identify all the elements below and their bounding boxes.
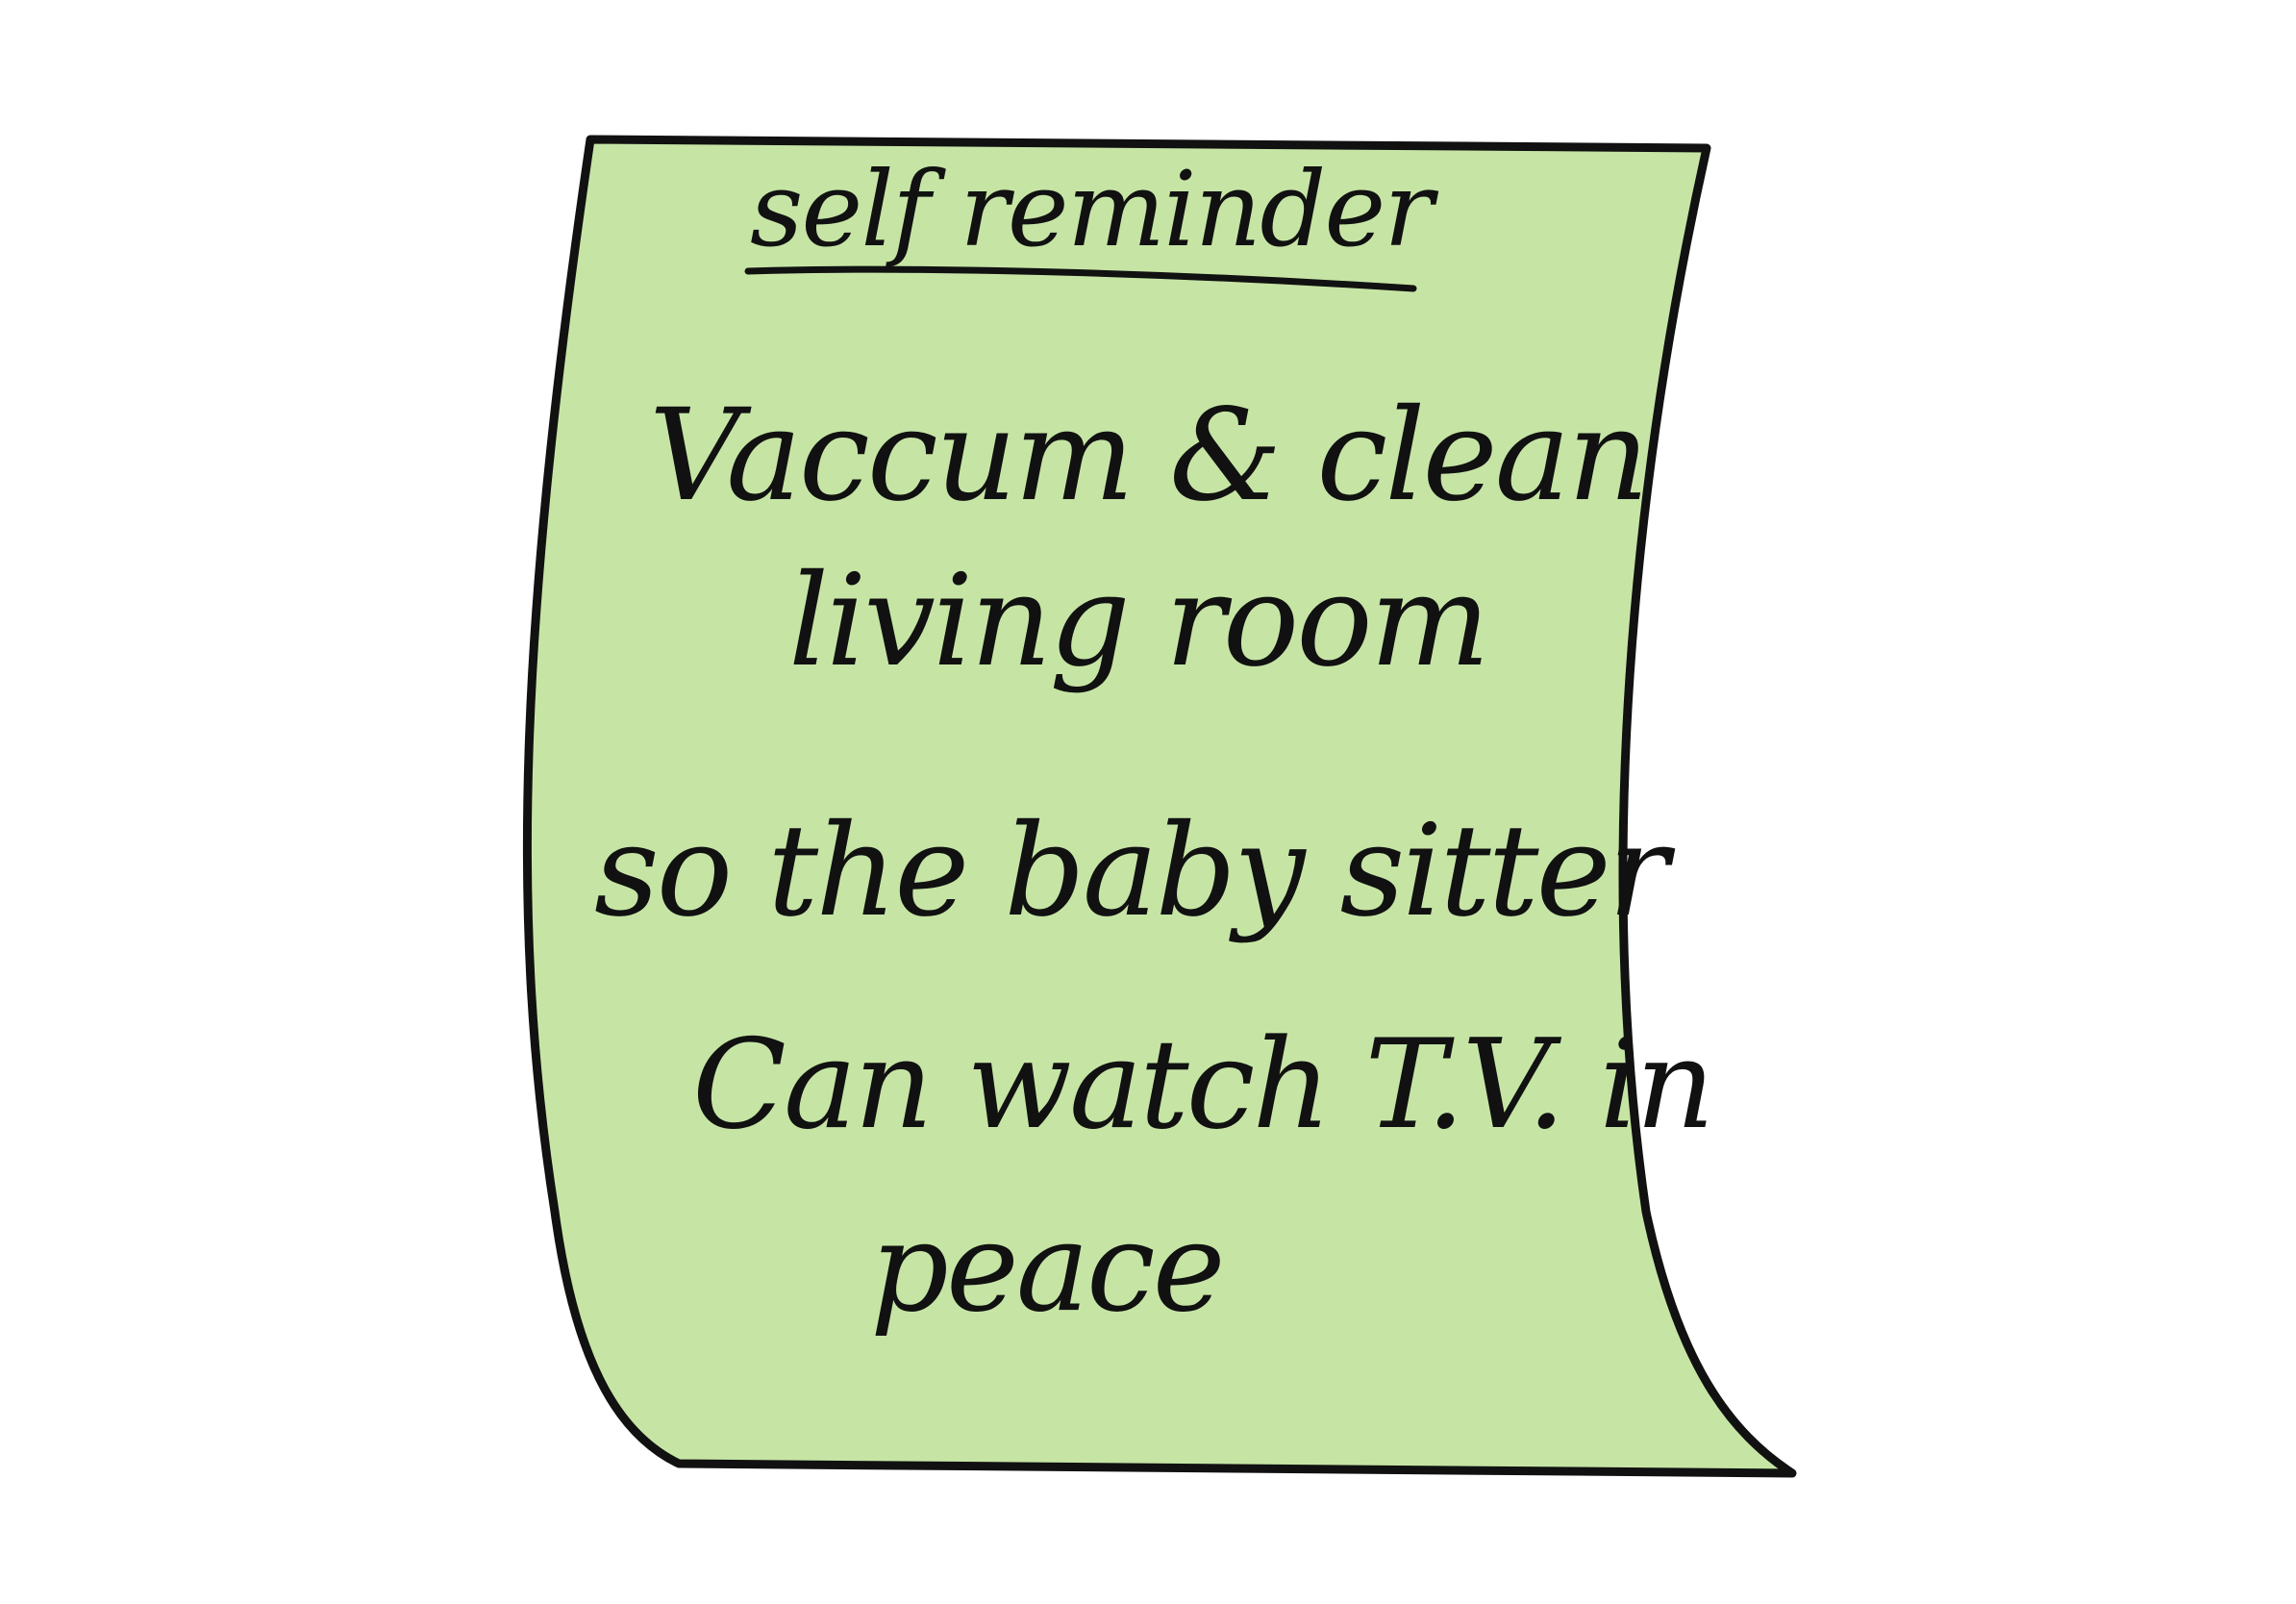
note-line-2: living room <box>788 547 1490 695</box>
note-line-3: so the baby sitter <box>594 797 1669 945</box>
note-line-4: Can watch T.V. in <box>692 1014 1715 1157</box>
note-line-1: Vaccum & clean <box>649 382 1649 530</box>
note-title: self reminder <box>750 150 1434 270</box>
note-line-5: peace <box>870 1196 1225 1340</box>
